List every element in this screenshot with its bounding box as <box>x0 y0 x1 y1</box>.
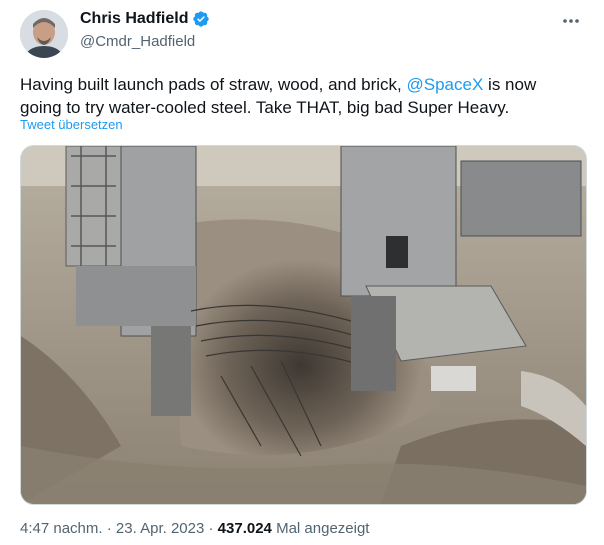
meta-separator: · <box>102 520 116 537</box>
avatar[interactable] <box>20 10 68 58</box>
views-count: 437.024 <box>217 520 272 537</box>
translate-link[interactable]: Tweet übersetzen <box>20 117 123 132</box>
launch-pad-photo <box>21 146 586 504</box>
avatar-image <box>20 10 68 58</box>
tweet-meta: 4:47 nachm. · 23. Apr. 2023 · 437.024 Ma… <box>20 520 369 537</box>
meta-separator: · <box>204 520 218 537</box>
more-options-icon[interactable] <box>560 10 582 32</box>
views-label: Mal angezeigt <box>271 520 370 537</box>
verified-badge-icon <box>192 10 210 28</box>
author-handle[interactable]: @Cmdr_Hadfield <box>80 33 195 50</box>
tweet-time[interactable]: 4:47 nachm. <box>20 520 103 537</box>
tweet-media-image[interactable] <box>20 145 587 505</box>
tweet-text-part: Having built launch pads of straw, wood,… <box>20 75 407 94</box>
tweet-text: Having built launch pads of straw, wood,… <box>20 73 580 119</box>
tweet-date[interactable]: 23. Apr. 2023 <box>116 520 204 537</box>
mention-link[interactable]: @SpaceX <box>407 75 484 94</box>
author-display-name[interactable]: Chris Hadfield <box>80 10 188 28</box>
